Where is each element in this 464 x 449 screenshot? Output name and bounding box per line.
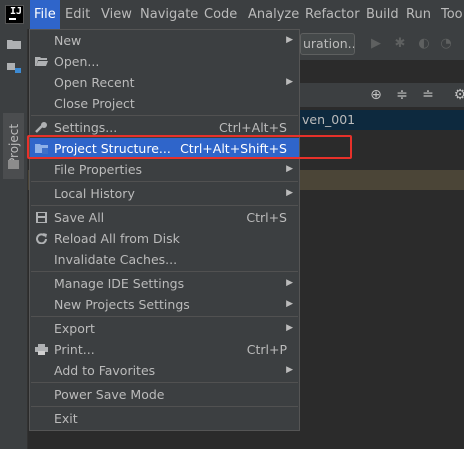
print-icon bbox=[35, 344, 48, 355]
run-icon[interactable]: ▶ bbox=[369, 37, 383, 51]
profile-icon[interactable]: ◔ bbox=[439, 37, 453, 51]
left-tool-strip: Project bbox=[0, 29, 28, 449]
expand-all-icon[interactable]: ≑ bbox=[394, 87, 410, 103]
menu-separator bbox=[31, 115, 298, 116]
menu-separator bbox=[31, 205, 298, 206]
menu-separator bbox=[31, 382, 298, 383]
annotation-highlight-box bbox=[27, 135, 352, 159]
menu-item-label: Power Save Mode bbox=[54, 387, 165, 402]
menu-item-local-history[interactable]: Local History ▶ bbox=[30, 183, 299, 204]
project-tool-tab[interactable]: Project bbox=[3, 113, 24, 179]
menu-item-close-project[interactable]: Close Project bbox=[30, 93, 299, 114]
coverage-icon[interactable]: ◐ bbox=[417, 37, 431, 51]
menu-separator bbox=[31, 406, 298, 407]
menu-item-new[interactable]: New ▶ bbox=[30, 30, 299, 51]
menubar: IJ File Edit View Navigate Code Analyze … bbox=[0, 0, 464, 29]
menu-item-label: Add to Favorites bbox=[54, 363, 156, 378]
structure-icon[interactable] bbox=[7, 63, 21, 73]
menu-edit[interactable]: Edit bbox=[61, 0, 94, 29]
menu-item-label: Manage IDE Settings bbox=[54, 276, 185, 291]
menu-item-label: Close Project bbox=[54, 96, 135, 111]
menu-item-open-recent[interactable]: Open Recent ▶ bbox=[30, 72, 299, 93]
menu-item-label: Open Recent bbox=[54, 75, 135, 90]
menu-item-label: Print... bbox=[54, 342, 95, 357]
submenu-arrow-icon: ▶ bbox=[286, 164, 293, 174]
menu-item-label: Exit bbox=[54, 411, 78, 426]
project-tab-label: Project bbox=[7, 123, 21, 165]
main-toolbar: uration... ▶ ✱ ◐ ◔ bbox=[300, 29, 464, 60]
menu-item-add-to-favorites[interactable]: Add to Favorites ▶ bbox=[30, 360, 299, 381]
menu-item-save-all[interactable]: Save All Ctrl+S bbox=[30, 207, 299, 228]
wrench-icon bbox=[35, 122, 47, 133]
menu-item-print[interactable]: Print... Ctrl+P bbox=[30, 339, 299, 360]
menu-item-label: Invalidate Caches... bbox=[54, 252, 178, 267]
menu-navigate[interactable]: Navigate bbox=[136, 0, 202, 29]
submenu-arrow-icon: ▶ bbox=[286, 365, 293, 375]
run-configuration-selector[interactable]: uration... bbox=[300, 33, 355, 55]
file-menu: New ▶ Open... Open Recent ▶ Close Projec… bbox=[29, 29, 300, 431]
menu-view[interactable]: View bbox=[97, 0, 136, 29]
collapse-all-icon[interactable]: ≐ bbox=[420, 87, 436, 103]
menu-analyze[interactable]: Analyze bbox=[244, 0, 303, 29]
menu-build[interactable]: Build bbox=[362, 0, 403, 29]
menu-item-reload-all[interactable]: Reload All from Disk bbox=[30, 228, 299, 249]
submenu-arrow-icon: ▶ bbox=[286, 299, 293, 309]
menu-code[interactable]: Code bbox=[200, 0, 241, 29]
menu-item-label: Reload All from Disk bbox=[54, 231, 180, 246]
folder-open-icon bbox=[35, 57, 48, 66]
menu-item-label: Local History bbox=[54, 186, 135, 201]
menu-item-manage-ide-settings[interactable]: Manage IDE Settings ▶ bbox=[30, 273, 299, 294]
reload-icon bbox=[36, 233, 47, 244]
submenu-arrow-icon: ▶ bbox=[286, 188, 293, 198]
menu-item-exit[interactable]: Exit bbox=[30, 408, 299, 429]
submenu-arrow-icon: ▶ bbox=[286, 278, 293, 288]
menu-file[interactable]: File bbox=[30, 0, 60, 29]
locate-icon[interactable]: ⊕ bbox=[368, 87, 384, 103]
menu-item-shortcut: Ctrl+P bbox=[246, 342, 287, 357]
menu-tools[interactable]: Too bbox=[437, 0, 464, 29]
menu-separator bbox=[31, 271, 298, 272]
submenu-arrow-icon: ▶ bbox=[286, 35, 293, 45]
menu-refactor[interactable]: Refactor bbox=[301, 0, 364, 29]
tree-row-label: ven_001 bbox=[302, 112, 356, 127]
menu-item-label: Save All bbox=[54, 210, 105, 225]
menu-item-label: New bbox=[54, 33, 82, 48]
menu-item-label: New Projects Settings bbox=[54, 297, 190, 312]
debug-icon[interactable]: ✱ bbox=[393, 37, 407, 51]
menu-item-export[interactable]: Export ▶ bbox=[30, 318, 299, 339]
menu-separator bbox=[31, 316, 298, 317]
folder-icon[interactable] bbox=[7, 39, 21, 49]
submenu-arrow-icon: ▶ bbox=[286, 77, 293, 87]
submenu-arrow-icon: ▶ bbox=[286, 323, 293, 333]
menu-separator bbox=[31, 181, 298, 182]
save-icon bbox=[36, 212, 47, 223]
menu-item-shortcut: Ctrl+S bbox=[246, 210, 287, 225]
gear-icon[interactable]: ⚙ bbox=[452, 87, 464, 103]
menu-item-label: File Properties bbox=[54, 162, 143, 177]
project-folder-icon bbox=[8, 160, 19, 169]
tree-row-selected[interactable]: ven_001 bbox=[300, 110, 464, 130]
menu-item-open[interactable]: Open... bbox=[30, 51, 299, 72]
menu-run[interactable]: Run bbox=[402, 0, 435, 29]
menu-item-label: Export bbox=[54, 321, 95, 336]
intellij-logo-icon: IJ bbox=[5, 5, 24, 24]
menu-item-label: Open... bbox=[54, 54, 100, 69]
menu-item-new-projects-settings[interactable]: New Projects Settings ▶ bbox=[30, 294, 299, 315]
menu-item-power-save-mode[interactable]: Power Save Mode bbox=[30, 384, 299, 405]
menu-item-file-properties[interactable]: File Properties ▶ bbox=[30, 159, 299, 180]
project-panel-header: ⊕ ≑ ≐ ⚙ bbox=[300, 83, 464, 107]
menu-item-invalidate-caches[interactable]: Invalidate Caches... bbox=[30, 249, 299, 270]
